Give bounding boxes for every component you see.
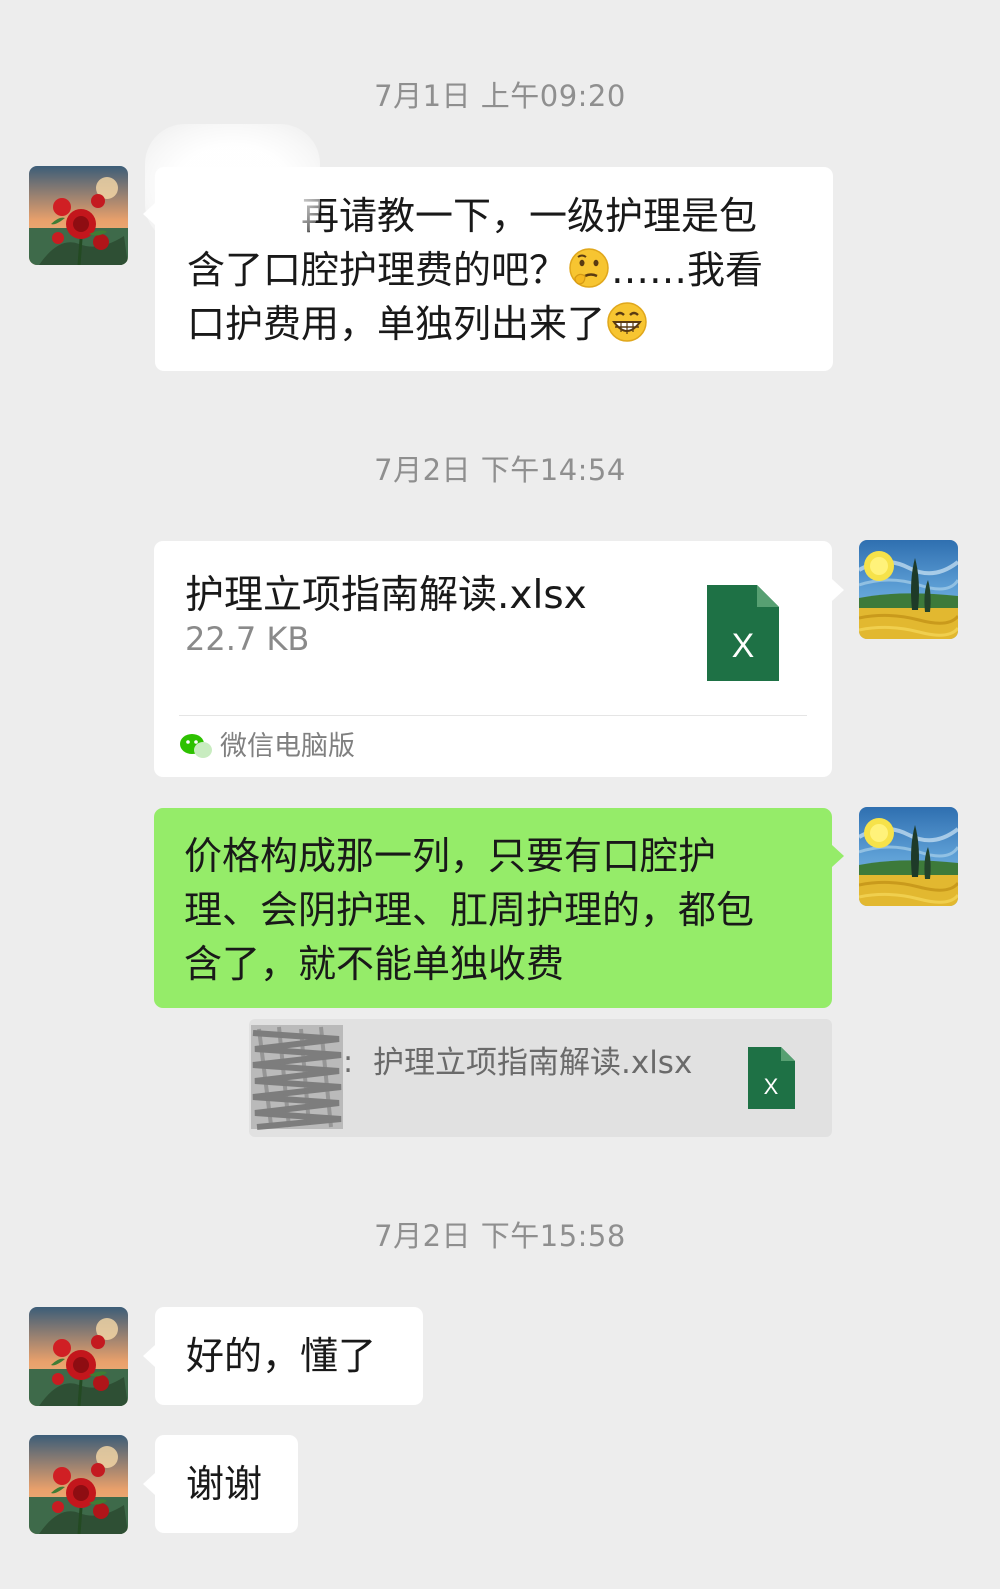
bubble-tail	[143, 1473, 155, 1495]
message-text: 好的，懂了	[186, 1334, 377, 1378]
file-name: 护理立项指南解读.xlsx	[185, 573, 587, 618]
excel-file-icon: X	[707, 585, 779, 681]
message-text-line: 理、会阴护理、肛周护理的，都包	[184, 888, 755, 932]
excel-file-icon: X	[748, 1047, 795, 1109]
contact-avatar[interactable]	[29, 166, 128, 265]
message-bubble-incoming[interactable]: 谢谢	[155, 1435, 298, 1533]
my-avatar[interactable]	[859, 540, 958, 639]
contact-avatar[interactable]	[29, 1435, 128, 1534]
wechat-icon	[180, 734, 212, 758]
quote-colon: :	[343, 1045, 354, 1080]
svg-text:X: X	[764, 1074, 779, 1099]
bubble-tail	[832, 845, 844, 867]
message-text: 谢谢	[186, 1462, 263, 1506]
quoted-file-reference[interactable]: : 护理立项指南解读.xlsx X	[249, 1019, 832, 1137]
quoted-file-name: 护理立项指南解读.xlsx	[373, 1045, 693, 1081]
message-text-line: 价格构成那一列，只要有口腔护	[184, 834, 717, 878]
thinking-face-emoji-icon	[569, 248, 609, 288]
file-message-card[interactable]: 护理立项指南解读.xlsx 22.7 KB X 微信电脑版	[154, 541, 832, 777]
contact-avatar[interactable]	[29, 1307, 128, 1406]
bubble-tail	[832, 579, 844, 601]
timestamp: 7月2日 下午15:58	[374, 1219, 626, 1253]
message-bubble-incoming[interactable]: 好的，懂了	[155, 1307, 423, 1405]
timestamp: 7月1日 上午09:20	[374, 79, 626, 113]
source-label: 微信电脑版	[220, 731, 355, 762]
redaction-scribble	[251, 1025, 343, 1130]
timestamp: 7月2日 下午14:54	[374, 453, 626, 487]
message-text-line: 含了，就不能单独收费	[184, 942, 565, 986]
file-size: 22.7 KB	[185, 620, 310, 658]
grinning-face-emoji-icon	[607, 302, 647, 342]
message-bubble-outgoing[interactable]: 价格构成那一列，只要有口腔护 理、会阴护理、肛周护理的，都包 含了，就不能单独收…	[154, 808, 832, 1008]
redaction-blur	[145, 124, 320, 244]
divider	[179, 715, 807, 716]
bubble-tail	[143, 1345, 155, 1367]
bubble-tail	[143, 203, 155, 225]
my-avatar[interactable]	[859, 807, 958, 906]
svg-text:X: X	[732, 627, 755, 665]
